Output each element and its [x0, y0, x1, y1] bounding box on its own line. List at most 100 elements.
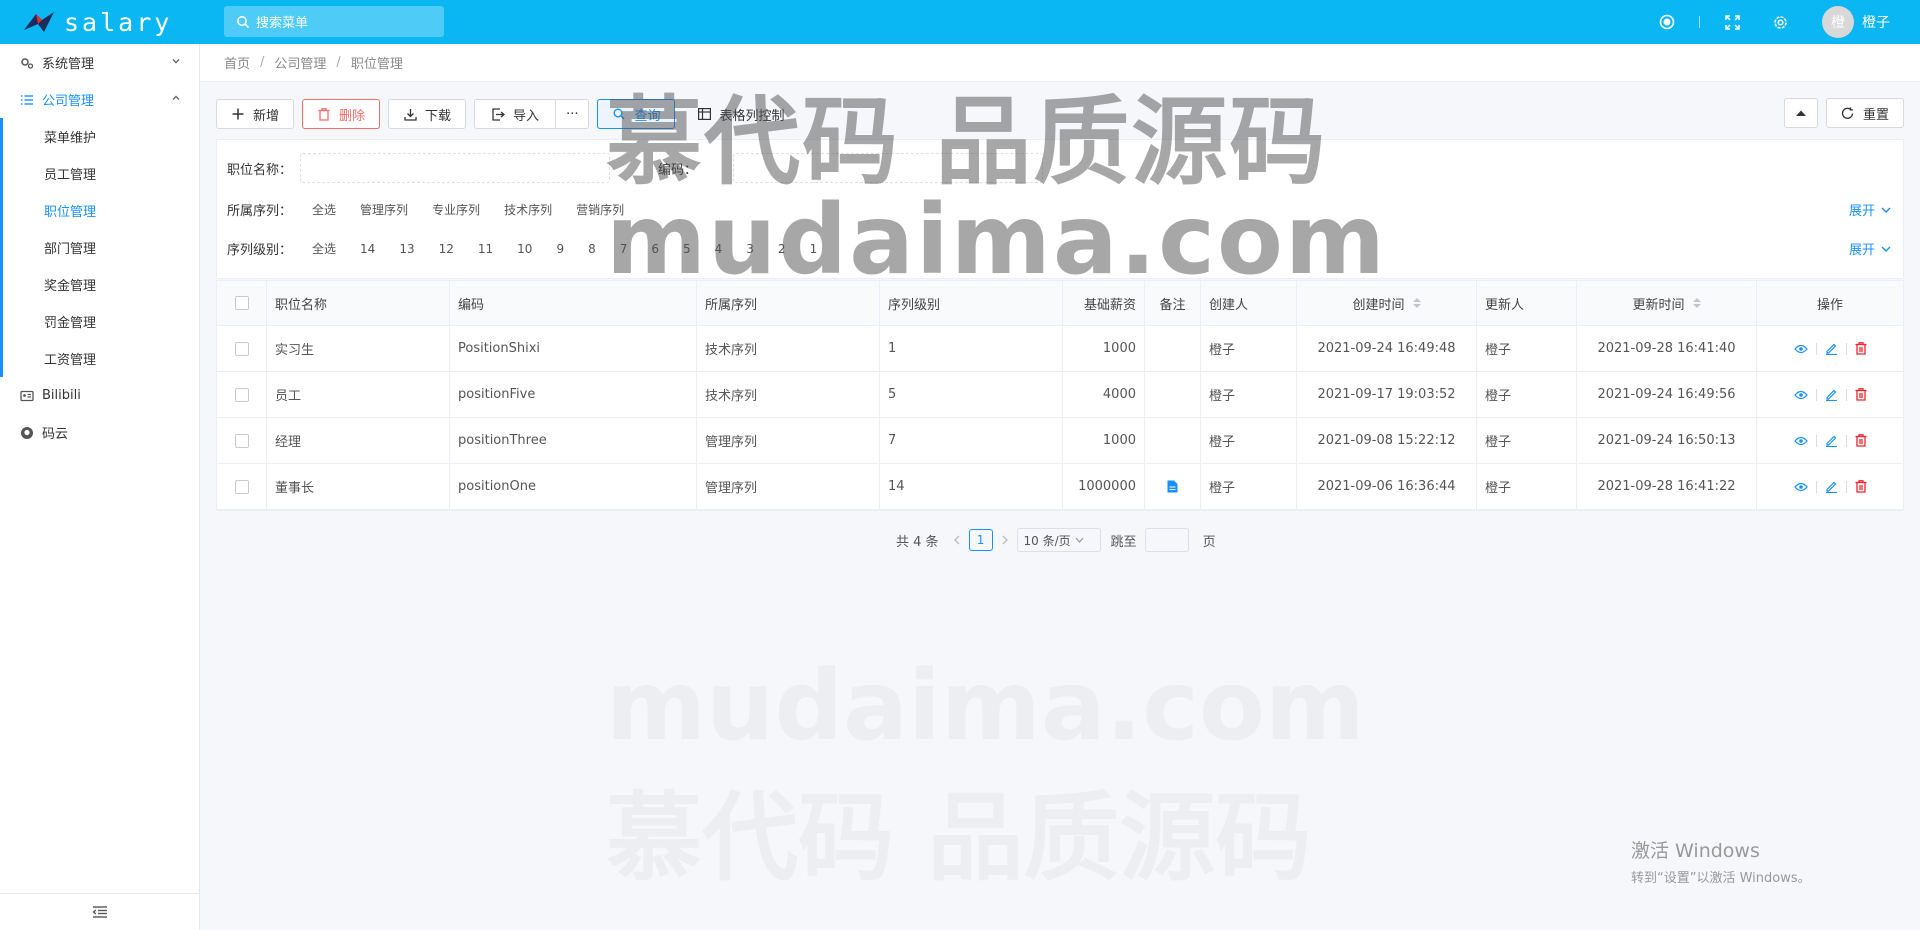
row-checkbox[interactable]: [234, 387, 249, 402]
header-created-cell[interactable]: 创建时间: [1297, 281, 1477, 325]
download-button[interactable]: 下载: [388, 99, 467, 129]
level-chip[interactable]: 全选: [300, 240, 348, 257]
row-checkbox[interactable]: [234, 341, 249, 356]
seq-expand-button[interactable]: 展开: [1849, 200, 1891, 219]
row-checkbox[interactable]: [234, 479, 249, 494]
chevron-up-icon: [172, 95, 180, 100]
level-chip[interactable]: 3: [734, 242, 766, 256]
page-jump-input[interactable]: [1144, 528, 1189, 552]
cell-updater: 橙子: [1477, 326, 1577, 371]
cell-actions: [1757, 418, 1903, 463]
sidebar-item-salary[interactable]: 工资管理: [3, 340, 199, 377]
cell-updated: 2021-09-24 16:50:13: [1577, 418, 1757, 463]
seq-chip[interactable]: 全选: [300, 201, 348, 218]
level-chip[interactable]: 13: [387, 242, 426, 256]
company-submenu: 菜单维护 员工管理 职位管理 部门管理 奖金管理 罚金管理 工资管理: [0, 118, 199, 377]
edit-pencil-icon[interactable]: [1825, 434, 1838, 447]
level-chip[interactable]: 7: [608, 242, 640, 256]
cell-note: [1145, 464, 1201, 509]
seq-chip[interactable]: 管理序列: [348, 201, 420, 218]
level-chip[interactable]: 14: [348, 242, 387, 256]
document-icon[interactable]: [1167, 480, 1178, 493]
sidebar-item-label: Bilibili: [42, 388, 81, 403]
delete-trash-icon[interactable]: [1855, 388, 1867, 401]
delete-trash-icon[interactable]: [1855, 342, 1867, 355]
edit-pencil-icon[interactable]: [1825, 342, 1838, 355]
column-control-button[interactable]: 表格列控制: [683, 99, 798, 129]
level-chip[interactable]: 5: [671, 242, 703, 256]
sidebar-collapse-button[interactable]: [0, 893, 200, 930]
sidebar-item-menu-maintain[interactable]: 菜单维护: [3, 118, 199, 155]
sidebar-item-position[interactable]: 职位管理: [3, 192, 199, 229]
level-chip[interactable]: 10: [505, 242, 544, 256]
seq-chip[interactable]: 营销序列: [564, 201, 636, 218]
fullscreen-icon[interactable]: [1722, 12, 1742, 32]
list-icon: [20, 93, 34, 107]
cell-creator: 橙子: [1201, 464, 1297, 509]
user-name[interactable]: 橙子: [1862, 12, 1890, 32]
position-name-input[interactable]: [300, 153, 611, 183]
sidebar-item-department[interactable]: 部门管理: [3, 229, 199, 266]
view-eye-icon[interactable]: [1793, 344, 1808, 354]
select-all-checkbox[interactable]: [234, 296, 249, 310]
view-eye-icon[interactable]: [1793, 390, 1808, 400]
next-page-icon[interactable]: [1001, 535, 1009, 545]
sidebar-item-bonus[interactable]: 奖金管理: [3, 266, 199, 303]
page-current[interactable]: 1: [968, 529, 993, 551]
seq-chip[interactable]: 专业序列: [420, 201, 492, 218]
delete-trash-icon[interactable]: [1855, 480, 1867, 493]
sidebar-item-bilibili[interactable]: Bilibili: [0, 377, 199, 414]
breadcrumb-company[interactable]: 公司管理: [274, 53, 326, 72]
level-chip[interactable]: 9: [544, 242, 576, 256]
level-chip[interactable]: 2: [766, 242, 798, 256]
cell-creator: 橙子: [1201, 372, 1297, 417]
theme-icon[interactable]: [1657, 12, 1677, 32]
import-button[interactable]: 导入: [474, 99, 557, 129]
more-button[interactable]: ···: [556, 99, 590, 129]
collapse-filter-button[interactable]: [1783, 98, 1818, 128]
query-button-label: 查询: [634, 108, 661, 124]
prev-page-icon[interactable]: [953, 535, 961, 545]
row-select-cell: [217, 326, 267, 371]
level-expand-button[interactable]: 展开: [1849, 239, 1891, 258]
sidebar-item-employee[interactable]: 员工管理: [3, 155, 199, 192]
menu-search-input[interactable]: 搜索菜单: [224, 6, 444, 37]
expand-label: 展开: [1848, 204, 1875, 219]
sort-icon[interactable]: [1412, 298, 1421, 308]
sidebar-item-company[interactable]: 公司管理: [0, 81, 199, 118]
sidebar-item-system[interactable]: 系统管理: [0, 44, 199, 81]
edit-pencil-icon[interactable]: [1825, 388, 1838, 401]
level-chip[interactable]: 6: [639, 242, 671, 256]
settings-gear-icon[interactable]: [1770, 12, 1790, 32]
github-icon: [20, 426, 34, 440]
view-eye-icon[interactable]: [1793, 436, 1808, 446]
breadcrumb-home[interactable]: 首页: [224, 53, 250, 72]
delete-trash-icon[interactable]: [1855, 434, 1867, 447]
cell-updater: 橙子: [1477, 464, 1577, 509]
sidebar-item-penalty[interactable]: 罚金管理: [3, 303, 199, 340]
level-chip[interactable]: 8: [576, 242, 608, 256]
level-chip[interactable]: 1: [798, 242, 830, 256]
view-eye-icon[interactable]: [1793, 482, 1808, 492]
edit-pencil-icon[interactable]: [1825, 480, 1838, 493]
cell-name: 员工: [267, 372, 450, 417]
level-chip[interactable]: 11: [466, 242, 505, 256]
import-button-group: 导入 ···: [474, 99, 590, 129]
user-avatar[interactable]: 橙: [1822, 6, 1854, 38]
app-logo[interactable]: salary: [0, 0, 200, 44]
header-updated-cell[interactable]: 更新时间: [1577, 281, 1757, 325]
row-checkbox[interactable]: [234, 433, 249, 448]
level-chip[interactable]: 12: [427, 242, 466, 256]
level-chip[interactable]: 4: [703, 242, 735, 256]
reset-button[interactable]: 重置: [1825, 98, 1904, 128]
sidebar-item-gitee[interactable]: 码云: [0, 414, 199, 451]
code-input[interactable]: [733, 153, 1044, 183]
action-divider: [1845, 434, 1847, 447]
query-button[interactable]: 查询: [597, 99, 676, 129]
delete-button[interactable]: 删除: [302, 99, 381, 129]
sidebar-item-label: 部门管理: [44, 242, 97, 257]
add-button[interactable]: 新增: [216, 99, 295, 129]
seq-chip[interactable]: 技术序列: [492, 201, 564, 218]
page-size-select[interactable]: 10 条/页: [1016, 528, 1101, 552]
sort-icon[interactable]: [1692, 298, 1701, 308]
